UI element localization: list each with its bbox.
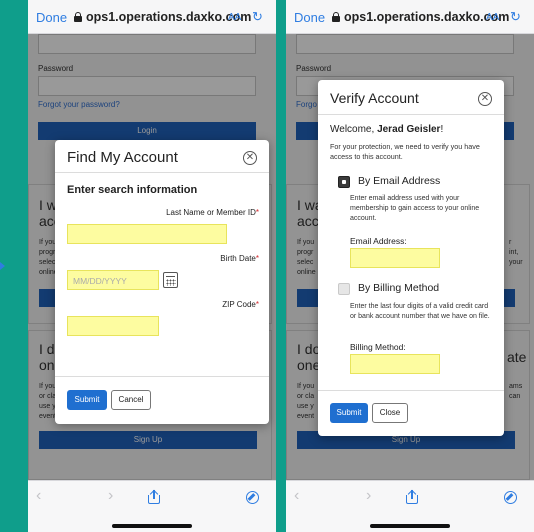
billing-method-label: Billing Method: xyxy=(350,342,406,352)
browser-top-bar: Done ops1.operations.daxko.com AA ↻ xyxy=(286,0,534,34)
last-name-label: Last Name or Member ID* xyxy=(166,208,259,217)
home-indicator xyxy=(112,524,192,528)
text-size-button[interactable]: AA xyxy=(228,12,241,23)
email-address-input[interactable] xyxy=(350,248,440,268)
modal-title: Find My Account xyxy=(67,149,178,166)
billing-option-title[interactable]: By Billing Method xyxy=(358,282,439,294)
share-icon[interactable] xyxy=(148,489,160,504)
close-button[interactable]: Close xyxy=(372,403,408,423)
close-icon[interactable]: ✕ xyxy=(478,92,492,106)
submit-button[interactable]: Submit xyxy=(67,390,107,410)
birth-date-placeholder: MM/DD/YYYY xyxy=(73,276,127,286)
birth-date-input[interactable]: MM/DD/YYYY xyxy=(67,270,159,290)
close-icon[interactable]: ✕ xyxy=(243,151,257,165)
browser-bottom-toolbar: ‹ › xyxy=(28,480,276,532)
modal-divider xyxy=(318,114,504,115)
last-name-input[interactable] xyxy=(67,224,227,244)
compass-icon[interactable] xyxy=(246,491,259,504)
flow-arrow-tip xyxy=(0,262,5,270)
url-address[interactable]: ops1.operations.daxko.com xyxy=(344,10,509,24)
reload-icon[interactable]: ↻ xyxy=(510,9,521,25)
email-option-title[interactable]: By Email Address xyxy=(358,175,440,187)
welcome-text: Welcome, Jerad Geisler! xyxy=(330,124,444,135)
billing-method-input[interactable] xyxy=(350,354,440,374)
zip-code-input[interactable] xyxy=(67,316,159,336)
zip-code-label: ZIP Code* xyxy=(222,300,259,309)
intro-text: For your protection, we need to verify y… xyxy=(330,142,480,161)
browser-top-bar: Done ops1.operations.daxko.com AA ↻ xyxy=(28,0,276,34)
find-account-modal: Find My Account ✕ Enter search informati… xyxy=(55,140,269,424)
cancel-button[interactable]: Cancel xyxy=(111,390,151,410)
user-name: Jerad Geisler xyxy=(377,124,441,135)
submit-button[interactable]: Submit xyxy=(330,403,368,423)
browser-bottom-toolbar: ‹ › xyxy=(286,480,534,532)
email-option-radio[interactable] xyxy=(338,176,350,188)
email-option-description: Enter email address used with your membe… xyxy=(350,195,480,222)
done-button[interactable]: Done xyxy=(36,10,67,25)
modal-divider xyxy=(55,172,269,173)
email-address-label: Email Address: xyxy=(350,236,407,246)
lock-icon xyxy=(74,12,82,22)
done-button[interactable]: Done xyxy=(294,10,325,25)
modal-footer-divider xyxy=(55,376,269,377)
phone-screen-find-account: Done ops1.operations.daxko.com AA ↻ Pass… xyxy=(28,0,276,532)
forward-icon[interactable]: › xyxy=(108,487,113,505)
verify-account-modal: Verify Account ✕ Welcome, Jerad Geisler!… xyxy=(318,80,504,436)
billing-option-description: Enter the last four digits of a valid cr… xyxy=(350,303,490,320)
billing-option-radio[interactable] xyxy=(338,283,350,295)
compass-icon[interactable] xyxy=(504,491,517,504)
modal-footer-divider xyxy=(318,390,504,391)
home-indicator xyxy=(370,524,450,528)
share-icon[interactable] xyxy=(406,489,418,504)
calendar-icon[interactable] xyxy=(163,272,178,288)
back-icon[interactable]: ‹ xyxy=(36,487,41,505)
birth-date-label: Birth Date* xyxy=(220,254,259,263)
back-icon[interactable]: ‹ xyxy=(294,487,299,505)
lock-icon xyxy=(332,12,340,22)
modal-title: Verify Account xyxy=(330,90,419,106)
text-size-button[interactable]: AA xyxy=(486,12,499,23)
reload-icon[interactable]: ↻ xyxy=(252,9,263,25)
phone-screen-verify-account: Done ops1.operations.daxko.com AA ↻ Pass… xyxy=(286,0,534,532)
url-address[interactable]: ops1.operations.daxko.com xyxy=(86,10,251,24)
forward-icon[interactable]: › xyxy=(366,487,371,505)
section-title: Enter search information xyxy=(67,184,198,196)
